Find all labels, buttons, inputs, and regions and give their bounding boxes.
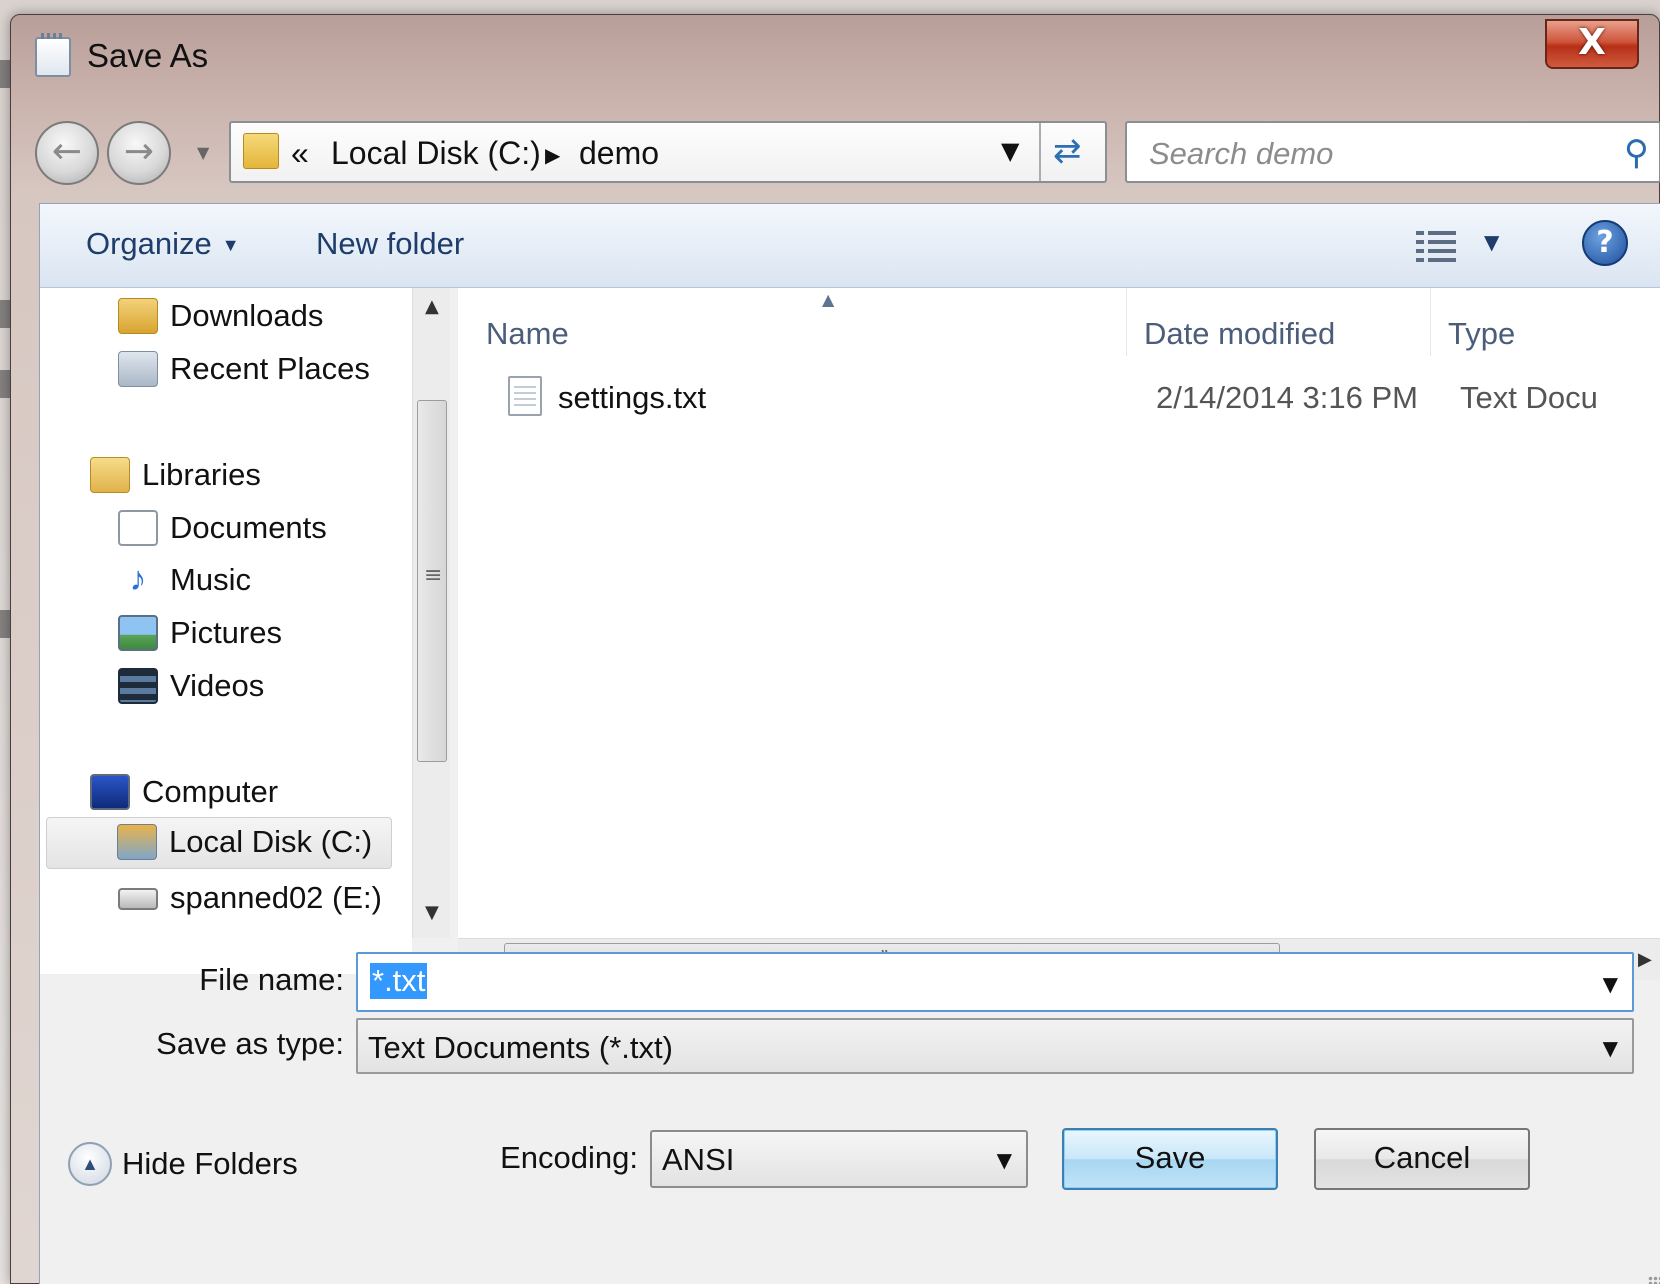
nav-item-label: Downloads (170, 298, 324, 333)
nav-item-documents[interactable]: Documents (118, 504, 398, 552)
command-bar: Organize ▼ New folder ▼ ? (40, 204, 1660, 288)
window-title: Save As (87, 37, 209, 74)
file-name-label: File name: (199, 962, 344, 997)
recent-locations-dropdown-icon[interactable]: ▼ (197, 143, 209, 162)
column-divider[interactable] (1126, 288, 1127, 356)
sort-ascending-icon: ▲ (822, 290, 835, 309)
chevron-up-icon: ▲ (68, 1142, 112, 1186)
scroll-down-arrow-icon[interactable]: ▼ (425, 902, 439, 923)
save-button[interactable]: Save (1062, 1128, 1278, 1190)
encoding-value: ANSI (662, 1142, 735, 1177)
file-name-value[interactable]: *.txt (370, 963, 428, 999)
nav-item-computer[interactable]: Computer (90, 768, 390, 816)
save-as-type-value: Text Documents (*.txt) (368, 1030, 673, 1065)
file-name: settings.txt (558, 380, 707, 415)
nav-item-label: Documents (170, 510, 327, 545)
save-as-type-select[interactable]: Text Documents (*.txt) ▼ (356, 1018, 1634, 1074)
column-header-type[interactable]: Type (1448, 316, 1515, 352)
nav-item-label: Local Disk (C:) (169, 824, 373, 859)
local-disk-icon (117, 824, 157, 860)
grip-icon: ≡ (424, 563, 442, 588)
column-header-name[interactable]: Name (486, 316, 569, 352)
nav-item-spanned02[interactable]: spanned02 (E:) (118, 874, 398, 922)
change-view-icon[interactable] (1416, 226, 1456, 262)
save-as-type-label: Save as type: (156, 1026, 344, 1061)
file-type: Text Docu (1460, 380, 1598, 415)
scroll-right-arrow-icon[interactable]: ▶ (1638, 949, 1652, 970)
pictures-icon (118, 615, 158, 651)
view-options-dropdown-icon[interactable]: ▼ (1484, 230, 1499, 254)
music-icon: ♪ (129, 560, 147, 598)
save-as-dialog: Save As X ← → ▼ « Local Disk (C:) ▶ demo… (10, 14, 1660, 1284)
notepad-icon (35, 33, 71, 77)
downloads-folder-icon (118, 298, 158, 334)
chevron-down-icon[interactable]: ▼ (1603, 1036, 1618, 1060)
file-list: ▲ Name Date modified Type settings.txt 2… (458, 288, 1660, 938)
nav-item-videos[interactable]: Videos (118, 662, 398, 710)
recent-places-icon (118, 351, 158, 387)
folder-icon (243, 133, 279, 169)
nav-item-label: Videos (170, 668, 265, 703)
dialog-body: Organize ▼ New folder ▼ ? Downloads Recen… (39, 203, 1660, 1284)
search-placeholder[interactable]: Search demo (1149, 136, 1333, 172)
nav-item-music[interactable]: ♪ Music (118, 556, 398, 604)
file-row[interactable]: settings.txt 2/14/2014 3:16 PM Text Docu (498, 372, 1660, 422)
file-date-modified: 2/14/2014 3:16 PM (1156, 380, 1418, 415)
back-arrow-icon: ← (51, 131, 83, 172)
cancel-button[interactable]: Cancel (1314, 1128, 1530, 1190)
navigation-pane-scrollbar[interactable]: ▲ ≡ ▼ (412, 288, 450, 938)
encoding-label: Encoding: (500, 1140, 638, 1175)
videos-icon (118, 668, 158, 704)
chevron-down-icon[interactable]: ▼ (1603, 972, 1618, 996)
nav-item-label: Pictures (170, 615, 282, 650)
column-header-date-modified[interactable]: Date modified (1144, 316, 1335, 352)
forward-button[interactable]: → (107, 121, 171, 185)
address-divider (1039, 123, 1041, 181)
chevron-down-icon[interactable]: ▼ (997, 1148, 1012, 1172)
nav-item-local-disk[interactable]: Local Disk (C:) (46, 817, 392, 869)
close-button[interactable]: X (1545, 19, 1639, 69)
title-bar[interactable]: Save As X (11, 15, 1659, 99)
new-folder-button[interactable]: New folder (316, 226, 464, 262)
nav-item-libraries[interactable]: Libraries (90, 451, 390, 499)
organize-label: Organize (86, 226, 212, 261)
forward-arrow-icon: → (123, 131, 155, 172)
nav-item-label: spanned02 (E:) (170, 880, 382, 915)
computer-icon (90, 774, 130, 810)
nav-item-label: Recent Places (170, 351, 370, 386)
libraries-icon (90, 457, 130, 493)
hide-folders-label: Hide Folders (122, 1146, 298, 1181)
search-box[interactable]: Search demo ⚲ (1125, 121, 1660, 183)
nav-item-label: Libraries (142, 457, 261, 492)
column-divider[interactable] (1430, 288, 1431, 356)
text-file-icon (508, 376, 542, 416)
address-bar[interactable]: « Local Disk (C:) ▶ demo ▼ ⇄ (229, 121, 1107, 183)
encoding-select[interactable]: ANSI ▼ (650, 1130, 1028, 1188)
nav-item-label: Music (170, 562, 251, 597)
breadcrumb-demo[interactable]: demo (579, 135, 659, 172)
drive-icon (118, 888, 158, 910)
nav-item-pictures[interactable]: Pictures (118, 609, 398, 657)
resize-grip-icon[interactable] (1648, 1276, 1660, 1284)
nav-item-downloads[interactable]: Downloads (118, 292, 398, 340)
address-dropdown-icon[interactable]: ▼ (1001, 137, 1019, 165)
refresh-icon[interactable]: ⇄ (1053, 131, 1082, 171)
nav-item-label: Computer (142, 774, 279, 809)
scroll-up-arrow-icon[interactable]: ▲ (425, 296, 439, 317)
file-name-input[interactable]: *.txt ▼ (356, 952, 1634, 1012)
breadcrumb-local-disk[interactable]: Local Disk (C:) (331, 135, 541, 172)
organize-button[interactable]: Organize ▼ (86, 226, 240, 262)
address-overflow-chevron[interactable]: « (291, 135, 309, 172)
back-button[interactable]: ← (35, 121, 99, 185)
scroll-thumb[interactable]: ≡ (417, 400, 447, 762)
chevron-down-icon: ▼ (221, 235, 240, 256)
search-icon[interactable]: ⚲ (1624, 133, 1649, 173)
nav-item-recent-places[interactable]: Recent Places (118, 345, 398, 393)
breadcrumb-separator-icon[interactable]: ▶ (545, 143, 560, 168)
help-icon[interactable]: ? (1582, 220, 1628, 266)
navigation-pane: Downloads Recent Places Libraries Docume… (40, 288, 412, 974)
documents-icon (118, 510, 158, 546)
